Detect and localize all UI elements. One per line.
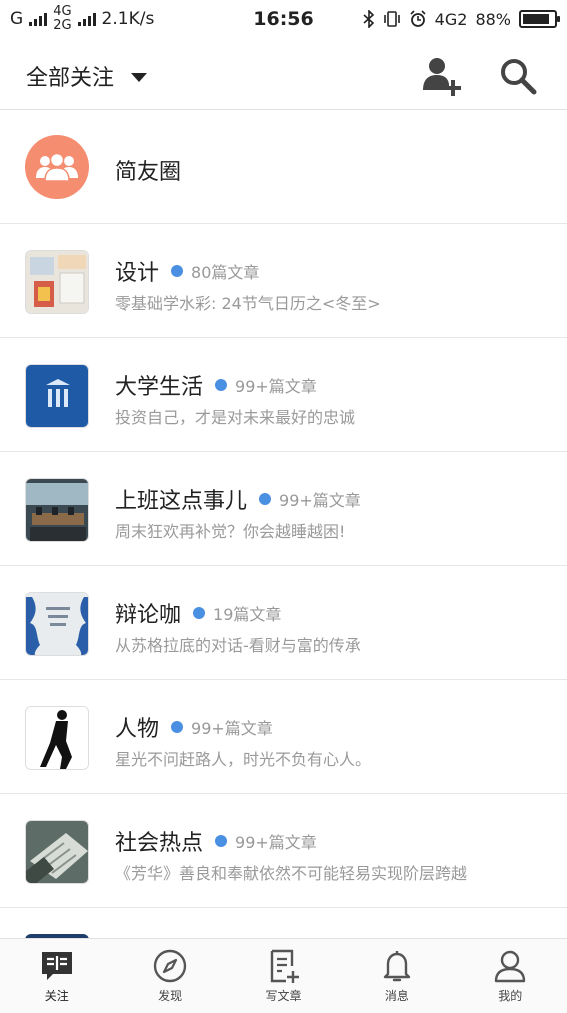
network-right: 4G2: [434, 9, 468, 29]
feed-name: 辩论咖: [115, 603, 182, 628]
nav-write[interactable]: 写文章: [227, 939, 340, 1013]
feed-thumbnail: [25, 250, 89, 314]
group-icon: [36, 152, 78, 182]
feed-name: 社会热点: [115, 831, 204, 856]
nav-label: 关注: [44, 989, 69, 1003]
bluetooth-icon: [363, 10, 374, 28]
battery-percent: 88%: [475, 9, 511, 29]
feed-article-count: 99+篇文章: [279, 491, 361, 510]
feed-latest-article: 零基础学水彩: 24节气日历之<冬至>: [115, 294, 381, 313]
feed-row-social-news[interactable]: 社会热点 99+篇文章 《芳华》善良和奉献依然不可能轻易实现阶层跨越: [0, 794, 567, 908]
feed-latest-article: 《芳华》善良和奉献依然不可能轻易实现阶层跨越: [115, 864, 468, 883]
follow-icon: [41, 952, 72, 980]
feed-thumbnail: [25, 478, 89, 542]
nav-me[interactable]: 我的: [454, 939, 567, 1013]
nav-messages[interactable]: 消息: [340, 939, 453, 1013]
friend-circle-label: 简友圈: [115, 160, 182, 185]
feed-row-people[interactable]: 人物 99+篇文章 星光不问赶路人，时光不负有心人。: [0, 680, 567, 794]
battery-icon: [519, 10, 560, 28]
bell-icon: [383, 951, 411, 982]
status-right: 4G2 88%: [363, 0, 560, 38]
feed-name: 设计: [115, 261, 160, 286]
office-thumbnail-image: [26, 479, 88, 541]
user-icon: [495, 950, 526, 983]
debate-thumbnail-image: [26, 593, 88, 655]
status-bar: G 4G 2G 2.1K/s 16:56 4G2 88%: [0, 0, 567, 38]
feed-row-partial[interactable]: [0, 908, 567, 940]
feed-latest-article: 周末狂欢再补觉？你会越睡越困!: [115, 522, 346, 541]
feed-latest-article: 星光不问赶路人，时光不负有心人。: [115, 750, 372, 769]
top-header: 全部关注: [0, 38, 567, 110]
nav-label: 写文章: [265, 989, 302, 1003]
alarm-icon: [410, 10, 426, 27]
feed-article-count: 19篇文章: [213, 605, 282, 624]
design-thumbnail-image: [26, 251, 88, 313]
news-thumbnail-image: [26, 821, 88, 883]
feed-row-debate[interactable]: 辩论咖 19篇文章 从苏格拉底的对话-看财与富的传承: [0, 566, 567, 680]
feed-latest-article: 投资自己，才是对未来最好的忠诚: [115, 408, 356, 427]
nav-label: 我的: [498, 989, 523, 1003]
header-title: 全部关注: [26, 66, 115, 91]
feed-row-college-life[interactable]: 大学生活 99+篇文章 投资自己，才是对未来最好的忠诚: [0, 338, 567, 452]
feed-name: 人物: [115, 717, 160, 742]
feed-row-design[interactable]: 设计 80篇文章 零基础学水彩: 24节气日历之<冬至>: [0, 224, 567, 338]
college-thumbnail-image: [26, 365, 88, 427]
update-dot: [259, 493, 272, 505]
nav-label: 发现: [158, 989, 183, 1003]
feed-thumbnail: [25, 706, 89, 770]
update-dot: [171, 721, 184, 733]
nav-follow[interactable]: 关注: [0, 939, 113, 1013]
people-thumbnail-image: [26, 707, 88, 769]
update-dot: [193, 607, 206, 619]
feed-row-office[interactable]: 上班这点事儿 99+篇文章 周末狂欢再补觉？你会越睡越困!: [0, 452, 567, 566]
search-icon[interactable]: [498, 56, 538, 96]
feed-article-count: 99+篇文章: [235, 833, 317, 852]
feed-thumbnail: [25, 364, 89, 428]
update-dot: [171, 265, 184, 277]
feed-latest-article: 从苏格拉底的对话-看财与富的传承: [115, 636, 361, 655]
feed-article-count: 99+篇文章: [191, 719, 273, 738]
update-dot: [215, 835, 228, 847]
caret-down-icon: [131, 72, 148, 82]
add-friend-icon[interactable]: [420, 54, 464, 98]
bottom-nav: 关注 发现 写文章 消息 我的: [0, 938, 567, 1013]
feed-thumbnail: [25, 592, 89, 656]
feed-article-count: 99+篇文章: [235, 377, 317, 396]
compass-icon: [153, 949, 187, 983]
nav-discover[interactable]: 发现: [113, 939, 226, 1013]
vibrate-icon: [383, 11, 400, 27]
feed-article-count: 80篇文章: [191, 263, 260, 282]
feed-name: 上班这点事儿: [115, 489, 248, 514]
nav-label: 消息: [384, 989, 409, 1003]
feed-thumbnail: [25, 820, 89, 884]
friend-circle-avatar: [25, 135, 89, 199]
update-dot: [215, 379, 228, 391]
write-icon: [271, 949, 300, 983]
friend-circle-row[interactable]: 简友圈: [0, 110, 567, 224]
follow-filter-dropdown[interactable]: 全部关注: [26, 60, 148, 92]
feed-name: 大学生活: [115, 375, 204, 400]
